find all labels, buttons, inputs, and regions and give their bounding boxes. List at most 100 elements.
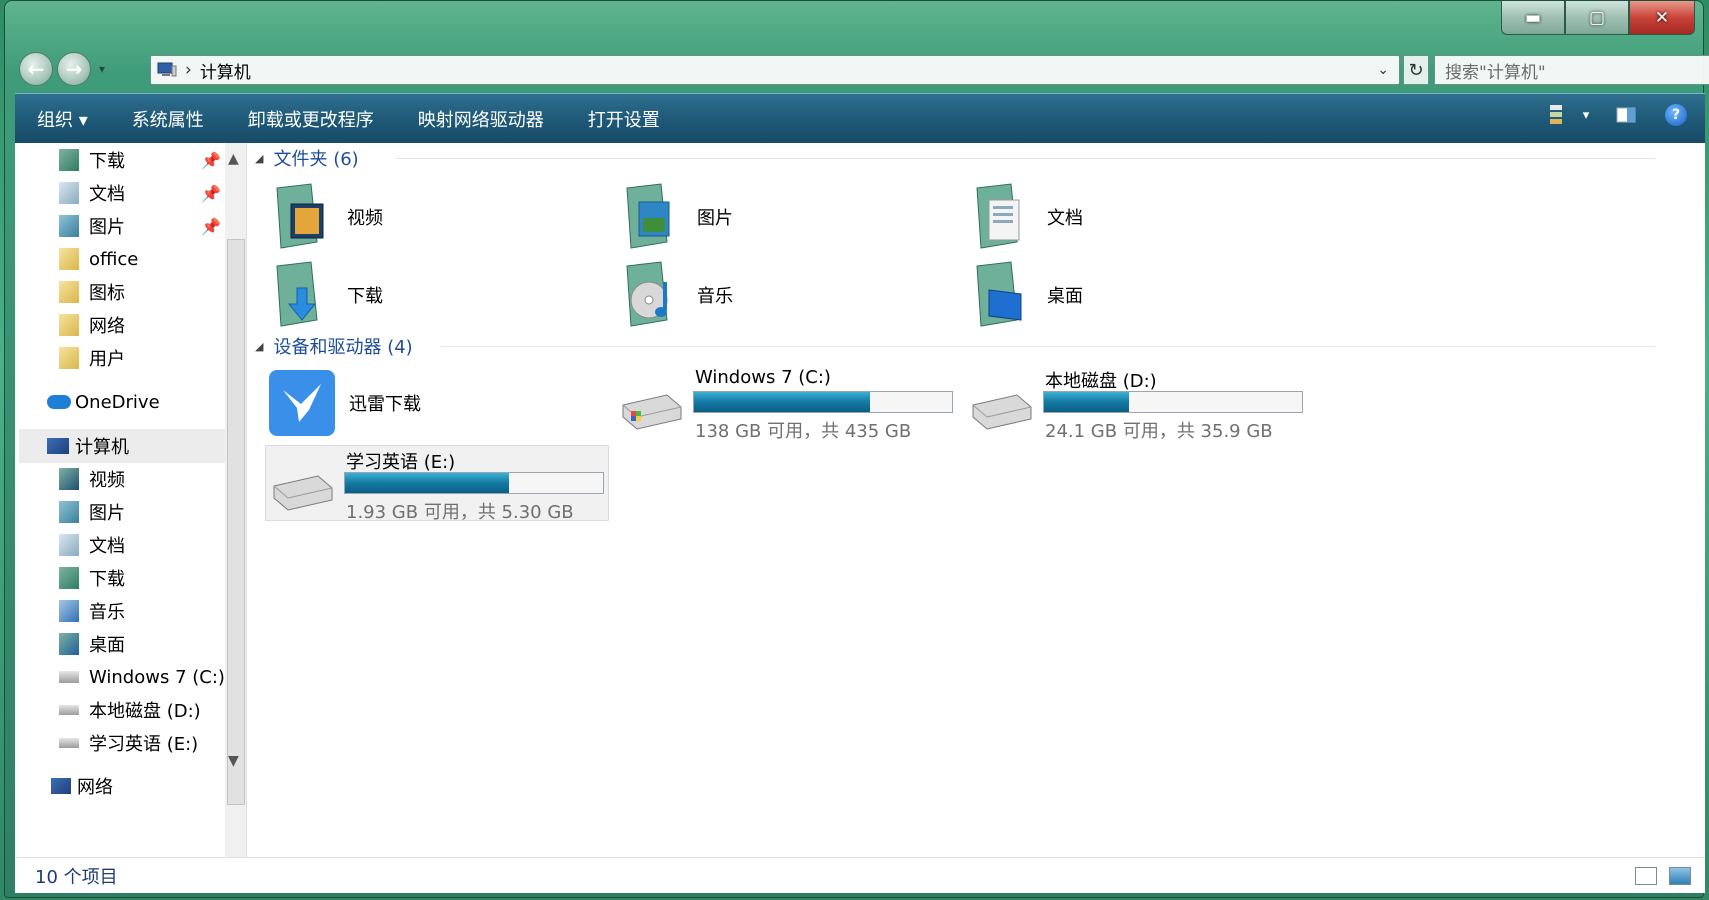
explorer-window: ▬ ▢ ✕ ← → ▾ › 计算机 ⌄ ↻ 搜索"计算机" ⚲ 组织 ▾ 系统属…	[4, 0, 1709, 898]
nav-item-label: 图片	[89, 503, 125, 524]
nav-item-users[interactable]: 用户	[59, 341, 125, 375]
drive-usage-bar	[344, 472, 604, 494]
nav-item-label: 视频	[89, 470, 125, 491]
search-placeholder: 搜索"计算机"	[1445, 62, 1546, 83]
nav-item-onedrive[interactable]: OneDrive	[47, 385, 160, 419]
nav-item-drive-d[interactable]: 本地磁盘 (D:)	[59, 693, 201, 727]
breadcrumb-computer[interactable]: 计算机	[200, 58, 251, 83]
nav-item-label: 文档	[89, 184, 125, 205]
folder-tile-pictures[interactable]: 图片	[621, 179, 961, 255]
folders-group-header[interactable]: ◢ 文件夹 (6)	[255, 145, 1655, 171]
folder-icon	[59, 314, 79, 336]
map-network-drive-button[interactable]: 映射网络驱动器	[396, 106, 566, 132]
address-dropdown-icon[interactable]: ⌄	[1377, 62, 1389, 78]
details-view-icon[interactable]	[1635, 866, 1657, 885]
history-dropdown-icon[interactable]: ▾	[99, 62, 105, 76]
collapse-triangle-icon[interactable]: ◢	[255, 152, 263, 165]
folder-tile-documents[interactable]: 文档	[971, 179, 1311, 255]
drive-usage-bar	[1043, 391, 1303, 413]
system-drive-icon	[59, 671, 79, 683]
maximize-button[interactable]: ▢	[1565, 1, 1629, 35]
devices-group-title: 设备和驱动器 (4)	[273, 337, 413, 358]
change-view-icon[interactable]	[1545, 104, 1567, 126]
refresh-icon: ↻	[1408, 59, 1424, 81]
scroll-up-icon[interactable]: ▲	[228, 151, 239, 167]
devices-group-header[interactable]: ◢ 设备和驱动器 (4)	[255, 333, 1655, 359]
drive-name: Windows 7 (C:)	[695, 367, 831, 388]
help-icon[interactable]: ?	[1665, 104, 1687, 126]
collapse-triangle-icon[interactable]: ◢	[255, 340, 263, 353]
nav-item-network-folder[interactable]: 网络	[59, 308, 125, 342]
nav-item-documents-2[interactable]: 文档	[59, 528, 125, 562]
folder-tile-downloads[interactable]: 下载	[271, 257, 611, 333]
downloads-folder-icon	[276, 261, 318, 327]
preview-pane-icon[interactable]	[1615, 104, 1637, 126]
nav-item-downloads[interactable]: 下载	[59, 143, 125, 177]
search-input[interactable]: 搜索"计算机" ⚲	[1434, 55, 1709, 85]
computer-icon	[47, 438, 69, 454]
refresh-button[interactable]: ↻	[1403, 55, 1429, 85]
downloads-folder-icon	[59, 149, 79, 171]
nav-item-icons[interactable]: 图标	[59, 275, 125, 309]
nav-item-drive-c[interactable]: Windows 7 (C:)	[59, 660, 225, 694]
computer-icon	[157, 62, 177, 77]
nav-item-pictures[interactable]: 图片	[59, 209, 125, 243]
folder-tile-desktop[interactable]: 桌面	[971, 257, 1311, 333]
folder-tile-videos[interactable]: 视频	[271, 179, 611, 255]
folder-icon	[59, 347, 79, 369]
organize-button[interactable]: 组织 ▾	[15, 106, 110, 132]
large-icons-view-icon[interactable]	[1669, 866, 1691, 885]
breadcrumb-separator-icon[interactable]: ›	[185, 60, 192, 80]
nav-item-music[interactable]: 音乐	[59, 594, 125, 628]
nav-item-label: 网络	[77, 777, 113, 798]
nav-item-videos[interactable]: 视频	[59, 462, 125, 496]
content-pane: ◢ 文件夹 (6) 视频 图片 文档 下载 音乐 桌面 ◢ 设备和驱动器 (4)…	[247, 143, 1705, 857]
thunder-download-tile[interactable]: 迅雷下载	[269, 365, 609, 441]
hard-drive-icon	[273, 475, 333, 511]
nav-item-network[interactable]: 网络	[51, 769, 113, 803]
close-button[interactable]: ✕	[1629, 1, 1695, 35]
system-properties-button[interactable]: 系统属性	[110, 106, 226, 132]
thunder-bird-icon	[269, 370, 335, 436]
nav-item-documents[interactable]: 文档	[59, 176, 125, 210]
drive-usage-fill	[345, 473, 510, 493]
back-button[interactable]: ←	[19, 52, 53, 86]
drive-usage-fill	[1044, 392, 1129, 412]
folder-label: 视频	[347, 208, 383, 229]
documents-folder-icon	[976, 183, 1020, 249]
folder-label: 图片	[697, 208, 733, 229]
drive-tile-e[interactable]: 学习英语 (E:) 1.93 GB 可用，共 5.30 GB	[265, 445, 609, 523]
folder-tile-music[interactable]: 音乐	[621, 257, 961, 333]
folder-label: 桌面	[1047, 286, 1083, 307]
hard-drive-icon	[59, 705, 79, 715]
address-bar[interactable]: › 计算机 ⌄	[150, 55, 1400, 85]
nav-item-computer[interactable]: 计算机	[19, 429, 227, 463]
pin-icon[interactable]: 📌	[201, 216, 221, 236]
drive-tile-d[interactable]: 本地磁盘 (D:) 24.1 GB 可用，共 35.9 GB	[965, 365, 1309, 442]
videos-folder-icon	[276, 183, 324, 249]
forward-arrow-icon: →	[65, 57, 83, 81]
nav-scrollbar[interactable]: ▲ ▼	[225, 143, 246, 857]
navigation-pane: 下载 📌 文档 📌 图片 📌 office 图标 网络 用户 OneDrive …	[15, 143, 247, 857]
drive-tile-c[interactable]: Windows 7 (C:) 138 GB 可用，共 435 GB	[615, 365, 959, 442]
downloads-folder-icon	[59, 567, 79, 589]
nav-item-downloads-2[interactable]: 下载	[59, 561, 125, 595]
nav-item-drive-e[interactable]: 学习英语 (E:)	[59, 726, 198, 760]
folder-icon	[59, 248, 79, 270]
pin-icon[interactable]: 📌	[201, 150, 221, 170]
view-dropdown-icon[interactable]: ▾	[1575, 104, 1597, 126]
scrollbar-thumb[interactable]	[227, 239, 245, 805]
open-settings-button[interactable]: 打开设置	[566, 106, 682, 132]
uninstall-program-button[interactable]: 卸载或更改程序	[226, 106, 396, 132]
nav-item-label: 桌面	[89, 635, 125, 656]
minimize-button[interactable]: ▬	[1501, 1, 1565, 35]
pin-icon[interactable]: 📌	[201, 183, 221, 203]
nav-item-label: 计算机	[75, 437, 129, 458]
group-divider	[441, 346, 1655, 347]
nav-item-label: 音乐	[89, 602, 125, 623]
nav-item-office[interactable]: office	[59, 242, 138, 276]
nav-item-pictures-2[interactable]: 图片	[59, 495, 125, 529]
scroll-down-icon[interactable]: ▼	[228, 753, 239, 769]
forward-button[interactable]: →	[57, 52, 91, 86]
nav-item-desktop[interactable]: 桌面	[59, 627, 125, 661]
